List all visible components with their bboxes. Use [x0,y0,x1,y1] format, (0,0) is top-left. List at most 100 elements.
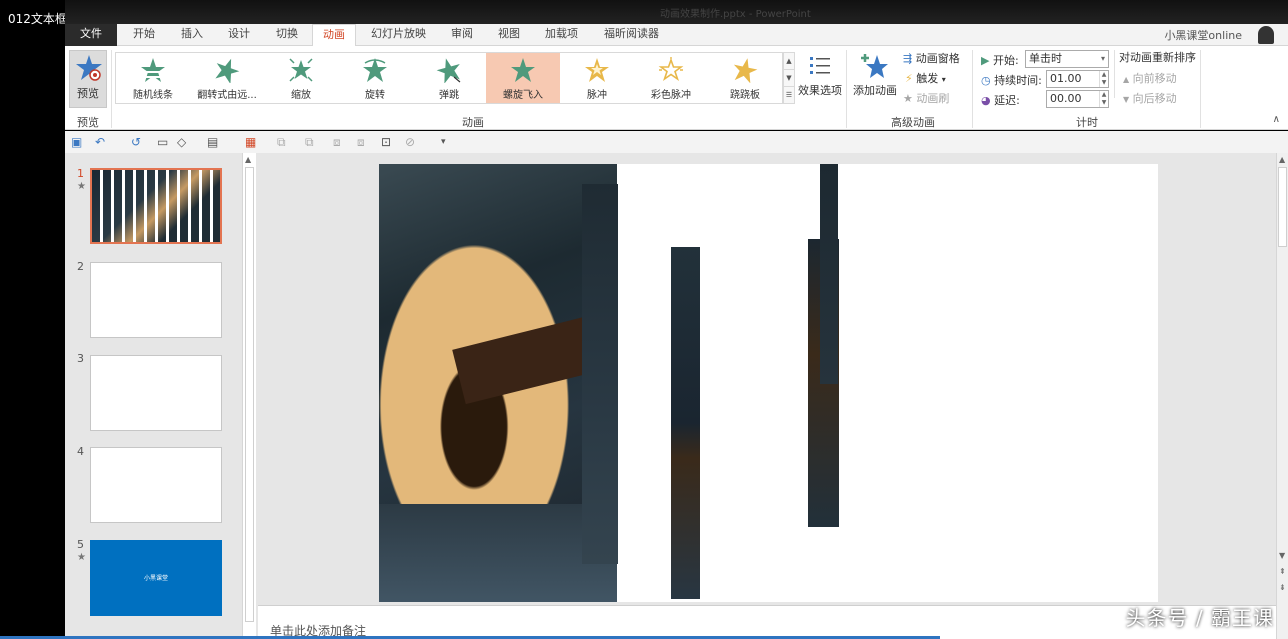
customize-qat-icon[interactable]: ▾ [441,135,446,149]
preview-button[interactable]: 预览 [69,50,107,108]
move-later-button[interactable]: ▼ 向后移动 [1123,90,1177,108]
tab-foxit[interactable]: 福昕阅读器 [594,24,669,46]
animation-grow-turn[interactable]: 翻转式由远... [190,53,264,103]
delay-spinner[interactable]: ▲ ▼ [1099,91,1108,107]
tab-transitions[interactable]: 切换 [266,24,308,46]
crop-icon[interactable]: ⊘ [405,135,415,149]
next-slide-icon[interactable]: ⇟ [1279,583,1286,592]
animation-pane-button[interactable]: ⇶ 动画窗格 [903,50,960,68]
screenshot-icon[interactable]: ⊡ [381,135,391,149]
animation-teeter[interactable]: 跷跷板 [708,53,782,103]
animation-pulse[interactable]: 脉冲 [560,53,634,103]
animation-color-pulse[interactable]: 彩色脉冲 [634,53,708,103]
slide-5-title: 小黑课堂 [143,575,168,582]
add-animation-button[interactable]: 添加动画 [851,52,899,108]
effect-options-button[interactable]: 效果选项 [797,52,843,108]
lightning-icon: ⚡ [905,72,913,85]
shapes-icon[interactable]: ◇ [177,135,186,149]
thumbnail-scrollbar[interactable]: ▲ [242,153,256,639]
triangle-down-icon: ▼ [1123,95,1130,104]
title-bar: 动画效果制作.pptx - PowerPoint [65,0,1288,24]
ribbon-animations: 预览 预览 随机线条 翻转式由远... 缩放 旋转 弹跳 螺旋飞入 脉冲 彩色脉… [65,46,1288,130]
previous-slide-icon[interactable]: ⇞ [1279,567,1286,576]
tab-view[interactable]: 视图 [488,24,530,46]
scroll-up-icon[interactable]: ▲ [1279,155,1285,164]
animation-random-bars[interactable]: 随机线条 [116,53,190,103]
account-name[interactable]: 小黑课堂online [1164,27,1242,43]
bring-forward-icon[interactable]: ⧉ [277,135,286,149]
animation-spiral-in[interactable]: 螺旋飞入 [486,53,560,103]
animation-zoom[interactable]: 缩放 [264,53,338,103]
animation-label: 脉冲 [587,90,607,101]
undo-icon[interactable]: ↶ [95,135,105,149]
animation-gallery: 随机线条 翻转式由远... 缩放 旋转 弹跳 螺旋飞入 脉冲 彩色脉冲 跷跷板 [115,52,783,104]
animation-swivel[interactable]: 旋转 [338,53,412,103]
animation-painter-label: 动画刷 [916,92,950,105]
collapse-ribbon-icon[interactable]: ∧ [1273,114,1280,125]
tab-file[interactable]: 文件 [65,24,117,46]
zoom-star-icon [289,58,313,82]
slide-thumbnail-1[interactable] [90,168,222,244]
delay-field[interactable]: 00.00 ▲ ▼ [1046,90,1109,108]
start-select[interactable]: 单击时 ▾ [1025,50,1109,68]
gallery-more-icon[interactable]: ☰ [784,87,794,104]
move-earlier-button[interactable]: ▲ 向前移动 [1123,70,1177,88]
start-value: 单击时 [1029,52,1062,65]
bounce-star-icon [436,58,461,83]
slide-thumbnail-3[interactable] [90,355,222,431]
group-icon[interactable]: ⧈ [333,135,341,149]
thumbnail-scroll-thumb[interactable] [245,167,254,622]
format-painter-icon[interactable]: ▦ [245,135,256,149]
color-pulse-star-icon [658,57,684,82]
grow-turn-star-icon [215,58,240,83]
ribbon-tab-bar: 文件 开始 插入 设计 切换 动画 幻灯片放映 审阅 视图 加载项 福昕阅读器 … [65,24,1288,47]
layout-icon[interactable]: ▤ [207,135,218,149]
animation-painter-button[interactable]: ★ 动画刷 [903,90,949,108]
reorder-title: 对动画重新排序 [1119,51,1196,64]
tab-design[interactable]: 设计 [218,24,260,46]
redo-icon[interactable]: ↺ [131,135,141,149]
tab-insert[interactable]: 插入 [171,24,213,46]
animation-label: 跷跷板 [730,90,760,101]
preview-star-icon [76,55,102,81]
scroll-up-icon[interactable]: ▲ [245,155,251,164]
photo-strip-3 [671,247,700,599]
slide-number: 2 [77,260,84,273]
save-icon[interactable]: ▣ [71,135,82,149]
document-title: 动画效果制作.pptx - PowerPoint [660,9,811,20]
trigger-label: 触发 [916,72,939,85]
scroll-down-icon[interactable]: ▼ [1279,551,1285,560]
delay-value: 00.00 [1050,92,1082,105]
animation-bounce[interactable]: 弹跳 [412,53,486,103]
clock-icon: ◷ [981,74,991,87]
gallery-up-icon[interactable]: ▲ [784,53,794,70]
slide-thumbnail-4[interactable] [90,447,222,523]
tab-slideshow[interactable]: 幻灯片放映 [361,24,436,46]
tab-home[interactable]: 开始 [123,24,165,46]
arrange-icon[interactable]: ⧈ [357,135,365,149]
gallery-down-icon[interactable]: ▼ [784,70,794,87]
group-label-preview: 预览 [77,116,99,129]
notes-pane[interactable]: 单击此处添加备注 [258,605,1276,639]
tab-review[interactable]: 审阅 [441,24,483,46]
send-backward-icon[interactable]: ⧉ [305,135,314,149]
slide-number: 3 [77,352,84,365]
slide-thumbnail-5[interactable]: 小黑课堂 [90,540,222,616]
slide-number: 5 [77,538,84,551]
avatar[interactable] [1258,26,1274,44]
gallery-scroll[interactable]: ▲ ▼ ☰ [783,52,795,104]
duration-field[interactable]: 01.00 ▲ ▼ [1046,70,1109,88]
tab-addins[interactable]: 加载项 [535,24,588,46]
tab-animations[interactable]: 动画 [312,24,356,47]
effect-options-label: 效果选项 [798,84,842,97]
duration-spinner[interactable]: ▲ ▼ [1099,71,1108,87]
editor-scroll-thumb[interactable] [1278,167,1287,247]
editor-scrollbar[interactable]: ▲ ▼ ⇞ ⇟ [1276,153,1288,639]
slide-thumbnail-2[interactable] [90,262,222,338]
photo-strip-2 [582,184,618,564]
animation-pane-label: 动画窗格 [915,52,960,65]
textbox-icon[interactable]: ▭ [157,135,168,149]
separator [972,50,973,128]
trigger-button[interactable]: ⚡ 触发 ▾ [905,70,946,88]
move-earlier-label: 向前移动 [1132,72,1177,85]
